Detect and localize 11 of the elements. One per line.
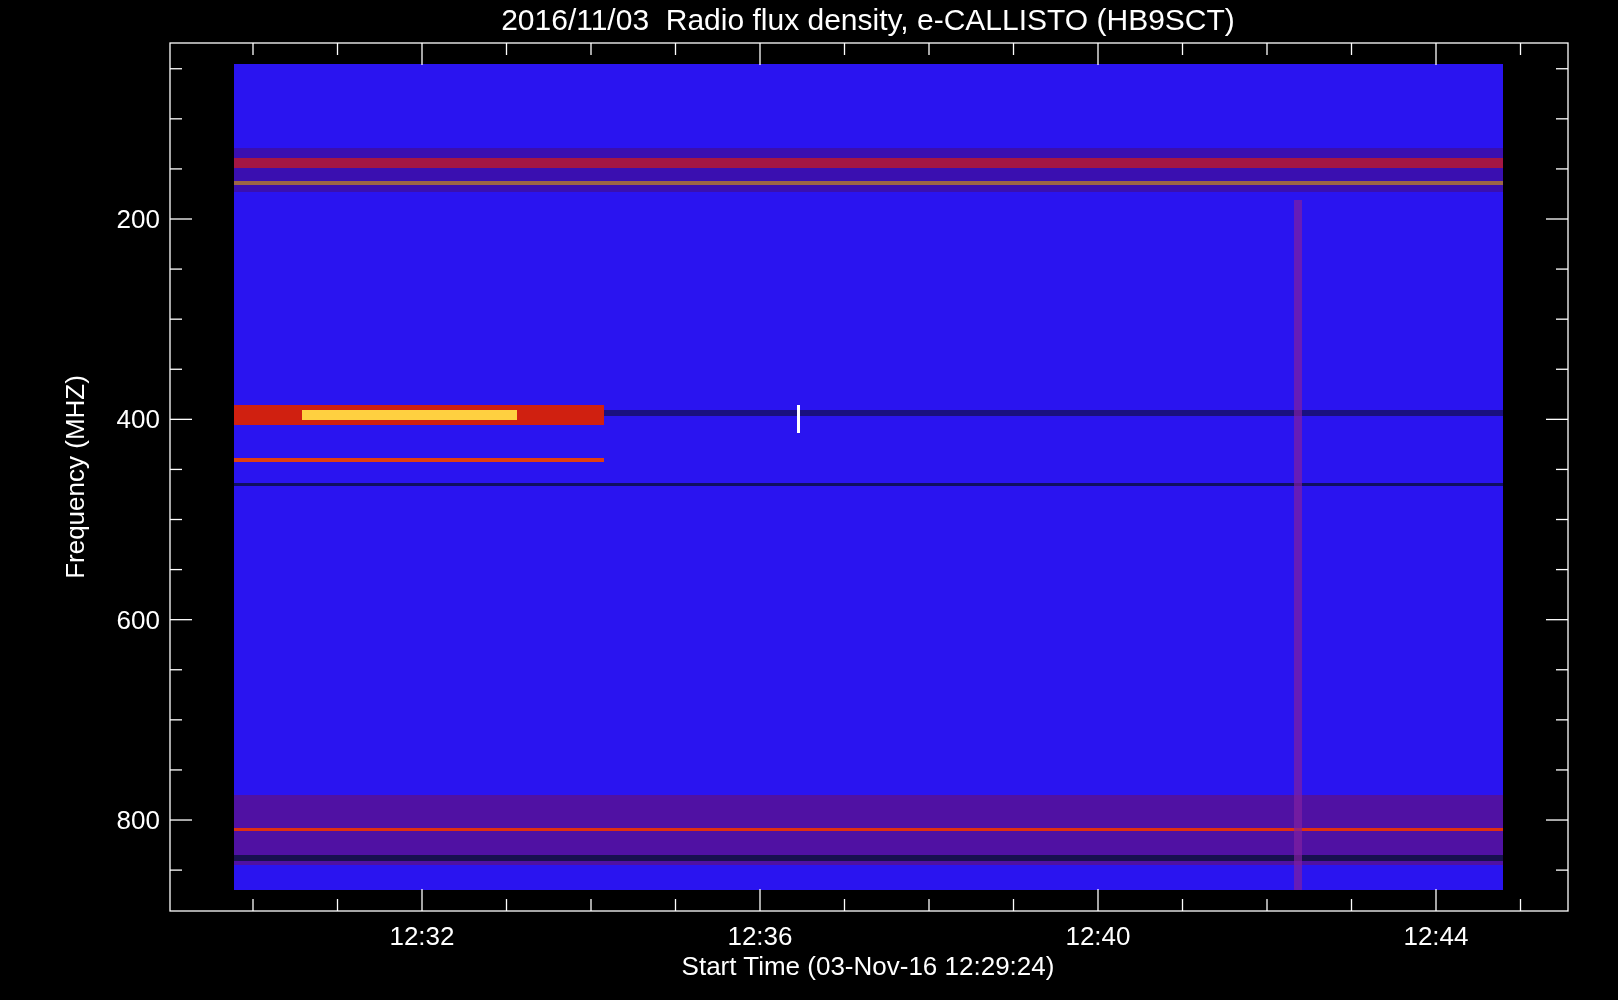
tick-label: 200 (116, 204, 160, 234)
tick-label: 12:44 (1403, 921, 1469, 951)
tick-label: 12:32 (389, 921, 455, 951)
axis-label: Start Time (03-Nov-16 12:29:24) (681, 951, 1055, 981)
tick-label: 12:36 (727, 921, 793, 951)
tick-label: 400 (116, 404, 160, 435)
tick-label: 12:40 (1065, 921, 1131, 951)
tick-label: 600 (116, 604, 160, 635)
plot-title: 2016/11/03 Radio flux density, e-CALLISTO (HB9SCT) (501, 3, 1235, 36)
tick-label: 800 (116, 805, 160, 835)
axis-label: Frequency (MHZ) (60, 375, 90, 579)
